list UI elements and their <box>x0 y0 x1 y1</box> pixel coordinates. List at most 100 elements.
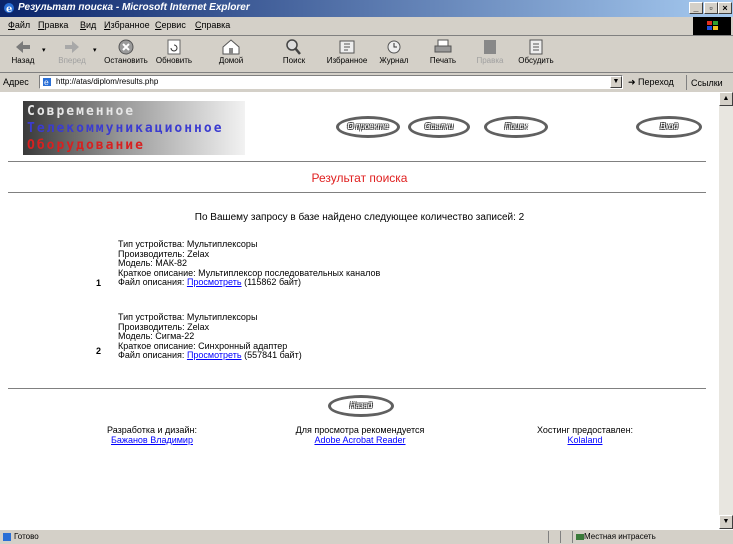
stop-button[interactable]: Остановить <box>100 36 152 72</box>
history-button[interactable]: Журнал <box>374 36 414 72</box>
hosting-link[interactable]: Kolaland <box>567 435 602 445</box>
status-separator <box>572 531 573 543</box>
refresh-icon <box>167 39 181 55</box>
back-arrow-icon <box>16 41 30 53</box>
minimize-button[interactable]: _ <box>689 2 703 14</box>
home-label: Домой <box>218 56 244 65</box>
results-divider <box>8 388 706 389</box>
address-dropdown-button[interactable]: ▼ <box>610 76 622 88</box>
developer-label: Разработка и дизайн: <box>107 425 197 435</box>
discuss-button[interactable]: Обсудить <box>514 36 558 72</box>
search-icon <box>286 39 301 55</box>
address-label: Адрес <box>3 77 29 87</box>
status-bar: Готово Местная интрасеть <box>0 529 733 544</box>
back-label: Назад <box>11 56 35 65</box>
file-label: Файл описания: <box>118 277 185 287</box>
home-icon <box>222 39 240 55</box>
search-nav-label: Поиск <box>504 122 528 131</box>
links-nav-button[interactable]: Ссылки <box>408 116 470 138</box>
menu-view[interactable]: Вид <box>80 20 96 30</box>
logo-line-3: Оборудование <box>27 138 145 153</box>
go-button[interactable]: ➜ Переход <box>628 77 674 88</box>
file-label: Файл описания: <box>118 350 185 360</box>
intranet-zone-icon <box>576 534 584 540</box>
history-icon <box>387 40 401 54</box>
view-file-link[interactable]: Просмотреть <box>187 277 242 287</box>
zone-text: Местная интрасеть <box>584 532 656 541</box>
refresh-label: Обновить <box>155 56 193 65</box>
page-status-icon <box>3 533 11 541</box>
page-viewport: Современное Телекоммуникационное Оборудо… <box>0 92 719 529</box>
back-button[interactable]: Назад <box>4 36 42 72</box>
links-nav-label: Ссылки <box>424 122 454 131</box>
login-button[interactable]: Вход <box>636 116 702 138</box>
result-item: Тип устройства: Мультиплексоры Производи… <box>118 239 380 288</box>
page-icon: e <box>43 78 51 87</box>
menu-help[interactable]: Справка <box>195 20 230 30</box>
windows-logo-icon <box>693 17 731 35</box>
maximize-button[interactable]: ▫ <box>704 2 718 14</box>
vertical-scrollbar[interactable]: ▲ ▼ <box>719 92 733 529</box>
address-input[interactable]: e http://atas/diplom/results.php ▼ <box>39 75 623 89</box>
favorites-label: Избранное <box>326 56 368 65</box>
window-title: Результат поиска - Microsoft Internet Ex… <box>18 2 250 13</box>
print-icon <box>434 39 452 53</box>
viewer-label: Для просмотра рекомендуется <box>295 425 425 435</box>
status-separator <box>548 531 549 543</box>
refresh-button[interactable]: Обновить <box>152 36 196 72</box>
result-count: По Вашему запросу в базе найдено следующ… <box>194 212 525 223</box>
svg-text:e: e <box>44 78 49 87</box>
search-nav-button[interactable]: Поиск <box>484 116 548 138</box>
home-button[interactable]: Домой <box>212 36 250 72</box>
back-page-button[interactable]: Назад <box>328 395 394 417</box>
file-size: (557841 байт) <box>244 350 302 360</box>
print-button[interactable]: Печать <box>424 36 462 72</box>
back-dropdown-icon[interactable]: ▾ <box>42 46 46 54</box>
menu-favorites[interactable]: Избранное <box>104 20 150 30</box>
forward-button[interactable]: Вперед <box>52 36 92 72</box>
acrobat-link[interactable]: Adobe Acrobat Reader <box>314 435 405 445</box>
discuss-label: Обсудить <box>518 56 554 65</box>
footer-hosting: Хостинг предоставлен: Kolaland <box>510 425 660 445</box>
menu-bar: Файл Правка Вид Избранное Сервис Справка <box>0 17 733 36</box>
file-line: Файл описания: Просмотреть (557841 байт) <box>118 350 302 361</box>
standard-toolbar: Назад ▾ Вперед ▾ Остановить Обновить Дом… <box>0 36 733 73</box>
developer-link[interactable]: Бажанов Владимир <box>111 435 193 445</box>
favorites-button[interactable]: Избранное <box>322 36 372 72</box>
menu-edit[interactable]: Правка <box>38 20 68 30</box>
edit-label: Правка <box>476 56 504 65</box>
links-button[interactable]: Ссылки <box>686 75 732 90</box>
svg-text:e: e <box>6 4 12 14</box>
menu-tools[interactable]: Сервис <box>155 20 186 30</box>
hosting-label: Хостинг предоставлен: <box>536 425 634 435</box>
scroll-down-icon[interactable]: ▼ <box>719 515 733 529</box>
footer-developer: Разработка и дизайн: Бажанов Владимир <box>72 425 232 445</box>
logo-line-2: Телекоммуникационное <box>27 121 224 136</box>
discuss-icon <box>529 39 543 55</box>
search-label: Поиск <box>282 56 306 65</box>
menu-file[interactable]: Файл <box>8 20 30 30</box>
search-button[interactable]: Поиск <box>276 36 312 72</box>
go-label: Переход <box>638 77 674 87</box>
title-divider <box>8 192 706 193</box>
footer-viewer: Для просмотра рекомендуется Adobe Acroba… <box>270 425 450 445</box>
edit-button[interactable]: Правка <box>470 36 510 72</box>
login-label: Вход <box>660 122 678 131</box>
scroll-up-icon[interactable]: ▲ <box>719 92 733 106</box>
status-separator <box>560 531 561 543</box>
close-button[interactable]: × <box>718 2 732 14</box>
edit-icon <box>484 40 496 54</box>
forward-label: Вперед <box>58 56 86 65</box>
page-title: Результат поиска <box>311 171 408 185</box>
forward-dropdown-icon[interactable]: ▾ <box>93 46 97 54</box>
file-line: Файл описания: Просмотреть (115862 байт) <box>118 277 380 288</box>
header-divider <box>8 161 706 162</box>
file-size: (115862 байт) <box>244 277 302 287</box>
result-number: 2 <box>96 346 102 356</box>
logo-line-1: Современное <box>27 104 136 119</box>
address-url: http://atas/diplom/results.php <box>56 77 159 86</box>
stop-icon <box>118 39 134 55</box>
about-button[interactable]: О проекте <box>336 116 400 138</box>
forward-arrow-icon <box>65 41 79 53</box>
view-file-link[interactable]: Просмотреть <box>187 350 242 360</box>
